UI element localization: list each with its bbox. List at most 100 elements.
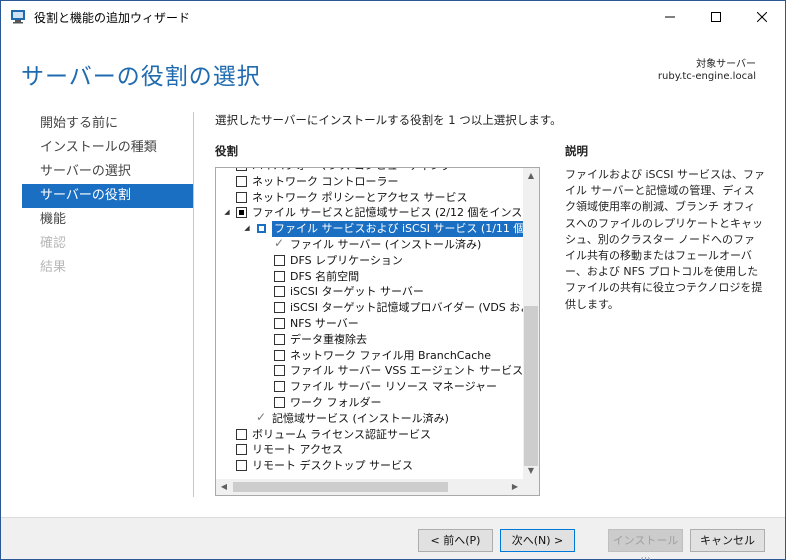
nav-item[interactable]: サーバーの選択 xyxy=(22,160,193,184)
tree-row[interactable]: 記憶域サービス (インストール済み) xyxy=(216,410,525,427)
roles-heading: 役割 xyxy=(215,144,238,158)
page-title: サーバーの役割の選択 xyxy=(21,64,261,90)
tree-row[interactable]: DFS 名前空間 xyxy=(216,269,525,285)
checkbox[interactable] xyxy=(256,223,267,235)
checkbox[interactable] xyxy=(236,191,247,203)
scroll-down-icon[interactable]: ▼ xyxy=(523,463,539,479)
tree-row[interactable]: リモート アクセス xyxy=(216,442,525,458)
minimize-icon xyxy=(665,16,675,17)
tree-row-label: ネットワーク ポリシーとアクセス サービス xyxy=(252,190,468,204)
prev-button[interactable]: < 前へ(P) xyxy=(418,529,493,552)
tree-row-label: ファイル サーバー リソース マネージャー xyxy=(290,380,498,394)
checkbox[interactable] xyxy=(274,381,285,393)
checkbox[interactable] xyxy=(274,349,285,361)
instruction-text: 選択したサーバーにインストールする役割を 1 つ以上選択します。 xyxy=(215,113,562,127)
tree-row[interactable]: ファイル サーバー (インストール済み) xyxy=(216,236,525,253)
horizontal-scrollbar[interactable]: ◀ ▶ xyxy=(216,479,523,495)
tree-row-label: ネットワーク ファイル用 BranchCache xyxy=(290,348,492,362)
checkbox[interactable] xyxy=(274,317,285,329)
maximize-button[interactable] xyxy=(693,1,739,32)
tree-row[interactable]: ネットワーク ポリシーとアクセス サービス xyxy=(216,190,525,206)
checkmark-icon xyxy=(274,236,285,252)
vertical-scrollbar[interactable]: ▲ ▼ xyxy=(523,168,539,479)
checkbox[interactable] xyxy=(274,254,285,266)
tree-row[interactable]: ファイル サーバー VSS エージェント サービス xyxy=(216,363,525,379)
close-button[interactable] xyxy=(739,1,785,32)
roles-tree[interactable]: ハイパフォーマンス コンピューティングネットワーク コントローラーネットワーク … xyxy=(215,167,540,496)
tree-row[interactable]: ハイパフォーマンス コンピューティング xyxy=(216,168,525,174)
tree-row[interactable]: DFS レプリケーション xyxy=(216,253,525,269)
tree-row-label: ネットワーク コントローラー xyxy=(252,174,399,188)
window-title: 役割と機能の追加ウィザード xyxy=(34,11,191,25)
tree-row[interactable]: NFS サーバー xyxy=(216,316,525,332)
checkbox[interactable] xyxy=(274,365,285,377)
checkbox[interactable] xyxy=(236,207,247,219)
nav-divider xyxy=(193,112,194,497)
tree-row-label: 記憶域サービス (インストール済み) xyxy=(272,411,449,425)
checkbox[interactable] xyxy=(274,333,285,345)
tree-row[interactable]: iSCSI ターゲット記憶域プロバイダー (VDS および V xyxy=(216,300,539,316)
checkmark-icon xyxy=(256,410,267,426)
expand-collapse-icon[interactable]: ◢ xyxy=(242,221,252,237)
checkbox[interactable] xyxy=(236,444,247,456)
checkbox[interactable] xyxy=(236,175,247,187)
tree-row[interactable]: ボリューム ライセンス認証サービス xyxy=(216,427,525,443)
vertical-scroll-thumb[interactable] xyxy=(524,306,538,466)
checkbox[interactable] xyxy=(274,396,285,408)
scroll-right-icon[interactable]: ▶ xyxy=(507,479,523,495)
minimize-button[interactable] xyxy=(647,1,693,32)
roles-tree-rows: ハイパフォーマンス コンピューティングネットワーク コントローラーネットワーク … xyxy=(216,168,539,474)
tree-row-label: iSCSI ターゲット サーバー xyxy=(290,285,424,299)
tree-row-label: データ重複除去 xyxy=(290,332,367,346)
horizontal-scroll-thumb[interactable] xyxy=(233,482,448,492)
checkbox[interactable] xyxy=(274,302,285,314)
tree-row[interactable]: iSCSI ターゲット サーバー xyxy=(216,284,525,300)
wizard-nav: 開始する前に インストールの種類 サーバーの選択 サーバーの役割 機能確認結果 xyxy=(22,112,193,280)
tree-row[interactable]: ワーク フォルダー xyxy=(216,395,525,411)
expand-collapse-icon[interactable]: ◢ xyxy=(222,205,232,221)
next-button[interactable]: 次へ(N) > xyxy=(500,529,575,552)
nav-item[interactable]: 開始する前に xyxy=(22,112,193,136)
tree-row-label: iSCSI ターゲット記憶域プロバイダー (VDS および V xyxy=(290,301,540,315)
tree-row-label: ファイル サービスと記憶域サービス (2/12 個をインストール済 xyxy=(252,206,540,220)
tree-row[interactable]: データ重複除去 xyxy=(216,332,525,348)
tree-row[interactable]: ◢ ファイル サービスおよび iSCSI サービス (1/11 個をインス xyxy=(216,221,539,237)
tree-row-label: ファイル サービスおよび iSCSI サービス (1/11 個をインス xyxy=(272,221,539,237)
install-button[interactable]: インストール(I) xyxy=(608,529,683,560)
tree-row[interactable]: ◢ ファイル サービスと記憶域サービス (2/12 個をインストール済 xyxy=(216,205,539,221)
tree-row-label: DFS 名前空間 xyxy=(290,269,360,283)
tree-row-label: NFS サーバー xyxy=(290,316,359,330)
wizard-window: 役割と機能の追加ウィザード サーバーの役割の選択 対象サーバー ruby.tc-… xyxy=(0,0,786,560)
description-text: ファイルおよび iSCSI サービスは、ファイル サーバーと記憶域の管理、ディス… xyxy=(565,168,765,311)
tree-row-label: ワーク フォルダー xyxy=(290,395,382,409)
tree-row-label: リモート アクセス xyxy=(252,443,343,457)
nav-item[interactable]: 機能 xyxy=(22,208,193,232)
cancel-button[interactable]: キャンセル xyxy=(690,529,765,552)
checkbox[interactable] xyxy=(274,286,285,298)
checkbox[interactable] xyxy=(236,428,247,440)
tree-row[interactable]: ファイル サーバー リソース マネージャー xyxy=(216,379,525,395)
target-server-name: ruby.tc-engine.local xyxy=(657,71,756,82)
scroll-up-icon[interactable]: ▲ xyxy=(523,168,539,184)
tree-row-label: ハイパフォーマンス コンピューティング xyxy=(252,168,452,174)
tree-row[interactable]: ネットワーク コントローラー xyxy=(216,174,525,190)
title-bar: 役割と機能の追加ウィザード xyxy=(1,1,785,32)
nav-item[interactable]: サーバーの役割 xyxy=(22,184,193,208)
tree-row-label: ボリューム ライセンス認証サービス xyxy=(252,427,431,441)
scroll-left-icon[interactable]: ◀ xyxy=(216,479,232,495)
server-manager-icon xyxy=(11,10,25,24)
wizard-footer: < 前へ(P) 次へ(N) > インストール(I) キャンセル xyxy=(1,517,785,560)
tree-row[interactable]: ネットワーク ファイル用 BranchCache xyxy=(216,348,525,364)
target-server-label: 対象サーバー xyxy=(696,59,756,70)
checkbox[interactable] xyxy=(236,460,247,472)
checkbox[interactable] xyxy=(274,270,285,282)
tree-row-label: リモート デスクトップ サービス xyxy=(252,459,413,473)
nav-item: 結果 xyxy=(40,260,67,275)
nav-item[interactable]: インストールの種類 xyxy=(22,136,193,160)
tree-row[interactable]: リモート デスクトップ サービス xyxy=(216,458,525,474)
tree-row-label: ファイル サーバー VSS エージェント サービス xyxy=(290,364,524,378)
nav-item: 確認 xyxy=(40,236,67,251)
scrollbar-corner xyxy=(523,479,539,495)
checkbox[interactable] xyxy=(236,168,247,171)
maximize-icon xyxy=(711,11,721,22)
